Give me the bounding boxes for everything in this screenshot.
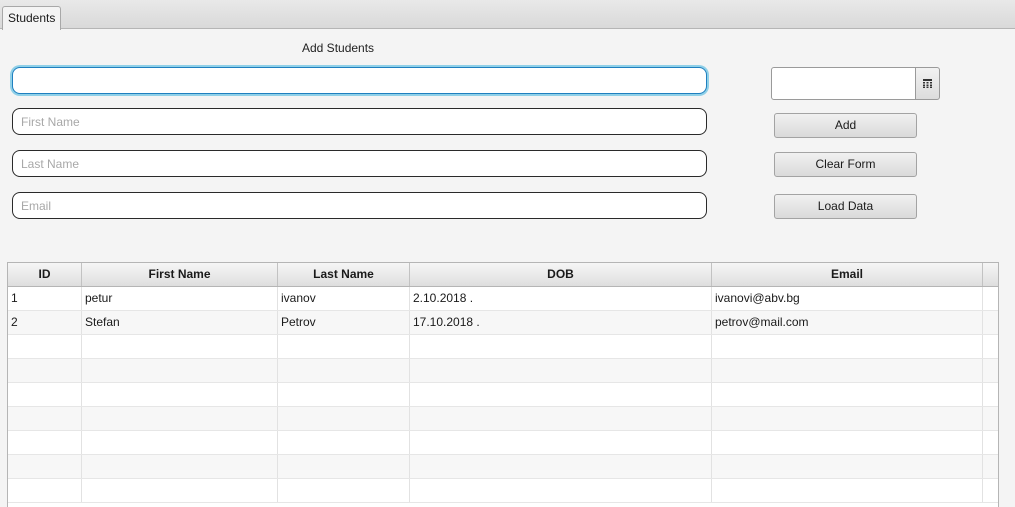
column-header-dob[interactable]: DOB	[410, 263, 712, 286]
cell-dob	[410, 359, 712, 382]
cell-last-name	[278, 431, 410, 454]
cell-last-name	[278, 479, 410, 502]
cell-id	[8, 455, 82, 478]
cell-first-name	[82, 455, 278, 478]
table-row[interactable]	[8, 335, 998, 359]
table-body: 1 petur ivanov 2.10.2018 . ivanovi@abv.bg 2 St…	[8, 287, 998, 503]
column-header-id[interactable]: ID	[8, 263, 82, 286]
date-picker-button[interactable]	[915, 67, 940, 100]
load-data-button[interactable]: Load Data	[774, 194, 917, 219]
last-name-field[interactable]	[12, 150, 707, 177]
cell-last-name	[278, 335, 410, 358]
cell-first-name	[82, 479, 278, 502]
cell-last-name: Petrov	[278, 311, 410, 334]
column-header-email[interactable]: Email	[712, 263, 983, 286]
cell-last-name	[278, 359, 410, 382]
cell-first-name	[82, 359, 278, 382]
cell-dob	[410, 335, 712, 358]
table-header: ID First Name Last Name DOB Email	[8, 263, 998, 287]
cell-email	[712, 479, 983, 502]
cell-filler	[983, 407, 998, 430]
cell-dob	[410, 479, 712, 502]
cell-id	[8, 359, 82, 382]
cell-first-name: Stefan	[82, 311, 278, 334]
cell-last-name	[278, 455, 410, 478]
cell-dob	[410, 407, 712, 430]
column-header-last-name[interactable]: Last Name	[278, 263, 410, 286]
cell-filler	[983, 455, 998, 478]
tab-bar: Students	[0, 0, 1015, 30]
cell-filler	[983, 479, 998, 502]
cell-id: 1	[8, 287, 82, 310]
cell-first-name	[82, 335, 278, 358]
clear-form-button[interactable]: Clear Form	[774, 152, 917, 177]
cell-first-name: petur	[82, 287, 278, 310]
column-header-first-name[interactable]: First Name	[82, 263, 278, 286]
cell-dob	[410, 431, 712, 454]
first-name-field[interactable]	[12, 108, 707, 135]
cell-filler	[983, 335, 998, 358]
table-row[interactable]	[8, 431, 998, 455]
table-row[interactable]: 1 petur ivanov 2.10.2018 . ivanovi@abv.bg	[8, 287, 998, 311]
cell-email	[712, 407, 983, 430]
cell-id	[8, 431, 82, 454]
cell-email	[712, 335, 983, 358]
cell-email	[712, 455, 983, 478]
email-field[interactable]	[12, 192, 707, 219]
table-row[interactable]	[8, 407, 998, 431]
cell-email	[712, 431, 983, 454]
cell-id	[8, 383, 82, 406]
cell-filler	[983, 383, 998, 406]
students-table: ID First Name Last Name DOB Email 1 petur…	[7, 262, 999, 507]
id-field[interactable]	[12, 67, 707, 94]
cell-filler	[983, 359, 998, 382]
cell-dob: 2.10.2018 .	[410, 287, 712, 310]
column-header-filler	[983, 263, 998, 286]
cell-email	[712, 383, 983, 406]
cell-first-name	[82, 407, 278, 430]
cell-dob	[410, 455, 712, 478]
cell-dob	[410, 383, 712, 406]
add-button[interactable]: Add	[774, 113, 917, 138]
cell-filler	[983, 311, 998, 334]
cell-filler	[983, 431, 998, 454]
table-row[interactable]: 2 Stefan Petrov 17.10.2018 . petrov@mail.com	[8, 311, 998, 335]
cell-first-name	[82, 383, 278, 406]
date-input[interactable]	[771, 67, 916, 100]
table-row[interactable]	[8, 479, 998, 503]
calendar-icon	[923, 79, 932, 88]
cell-last-name	[278, 407, 410, 430]
table-row[interactable]	[8, 455, 998, 479]
cell-email	[712, 359, 983, 382]
cell-filler	[983, 287, 998, 310]
cell-email: ivanovi@abv.bg	[712, 287, 983, 310]
cell-id	[8, 335, 82, 358]
cell-id: 2	[8, 311, 82, 334]
cell-id	[8, 407, 82, 430]
form-heading: Add Students	[302, 41, 375, 55]
cell-email: petrov@mail.com	[712, 311, 983, 334]
tab-students[interactable]: Students	[2, 6, 62, 30]
cell-last-name: ivanov	[278, 287, 410, 310]
cell-last-name	[278, 383, 410, 406]
cell-first-name	[82, 431, 278, 454]
cell-dob: 17.10.2018 .	[410, 311, 712, 334]
table-row[interactable]	[8, 383, 998, 407]
table-row[interactable]	[8, 359, 998, 383]
cell-id	[8, 479, 82, 502]
